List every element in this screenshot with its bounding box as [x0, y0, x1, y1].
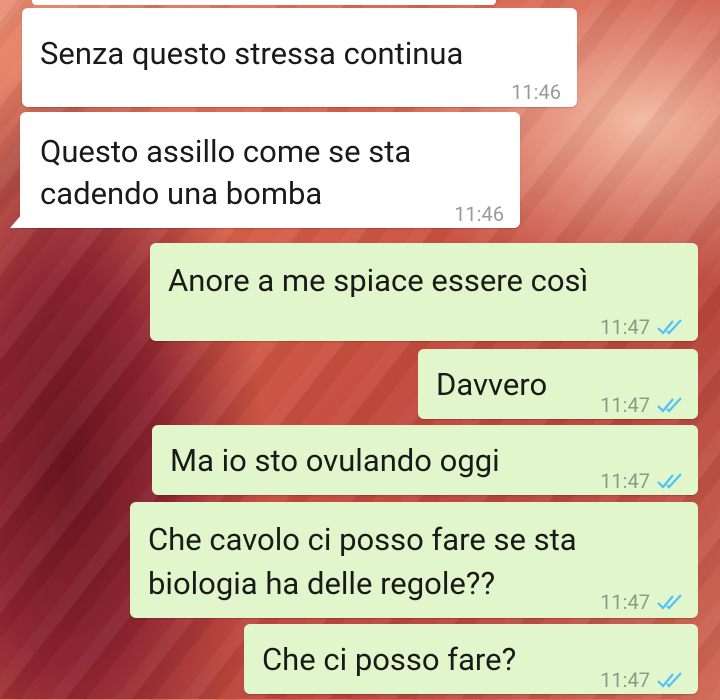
message-text-line: Che cavolo ci posso fare se sta	[148, 521, 577, 558]
double-check-icon	[657, 672, 682, 688]
message-bubble-outgoing[interactable]: Che cavolo ci posso fare se sta biologia…	[130, 502, 698, 618]
message-meta: 11:47	[600, 461, 686, 501]
message-time: 11:46	[511, 80, 561, 104]
message-meta: 11:47	[600, 660, 686, 700]
message-time: 11:46	[454, 202, 504, 226]
bubble-tail	[10, 214, 22, 228]
message-bubble-outgoing[interactable]: Ma io sto ovulando oggi 11:47	[152, 425, 698, 495]
message-text: Davvero	[436, 366, 548, 403]
message-time: 11:47	[600, 393, 650, 417]
message-text: Senza questo stressa continua	[40, 35, 464, 72]
message-time: 11:47	[600, 469, 650, 493]
double-check-icon	[657, 473, 682, 489]
message-bubble-outgoing[interactable]: Davvero 11:47	[418, 349, 698, 419]
message-text: Anore a me spiace essere così	[168, 262, 589, 299]
double-check-icon	[657, 594, 682, 610]
message-text-line: biologia ha delle regole??	[148, 565, 496, 602]
message-time: 11:47	[600, 590, 650, 614]
message-meta: 11:47	[600, 307, 686, 347]
message-bubble-incoming[interactable]: Questo assillo come se sta cadendo una b…	[10, 112, 520, 228]
previous-message-edge	[32, 0, 496, 5]
message-bubble-incoming[interactable]: Senza questo stressa continua 11:46	[22, 8, 577, 107]
message-text-line: cadendo una bomba	[40, 175, 323, 212]
message-bubble-outgoing[interactable]: Anore a me spiace essere così 11:47	[150, 243, 698, 341]
double-check-icon	[657, 397, 682, 413]
double-check-icon	[657, 319, 682, 335]
message-text: Ma io sto ovulando oggi	[170, 442, 500, 479]
message-time: 11:47	[600, 315, 650, 339]
message-bubble-outgoing[interactable]: Che ci posso fare? 11:47	[244, 624, 698, 694]
message-meta: 11:47	[600, 385, 686, 425]
message-time: 11:47	[600, 668, 650, 692]
message-meta: 11:47	[600, 582, 686, 622]
message-text-line: Questo assillo come se sta	[40, 133, 412, 170]
message-text: Che ci posso fare?	[262, 641, 517, 678]
